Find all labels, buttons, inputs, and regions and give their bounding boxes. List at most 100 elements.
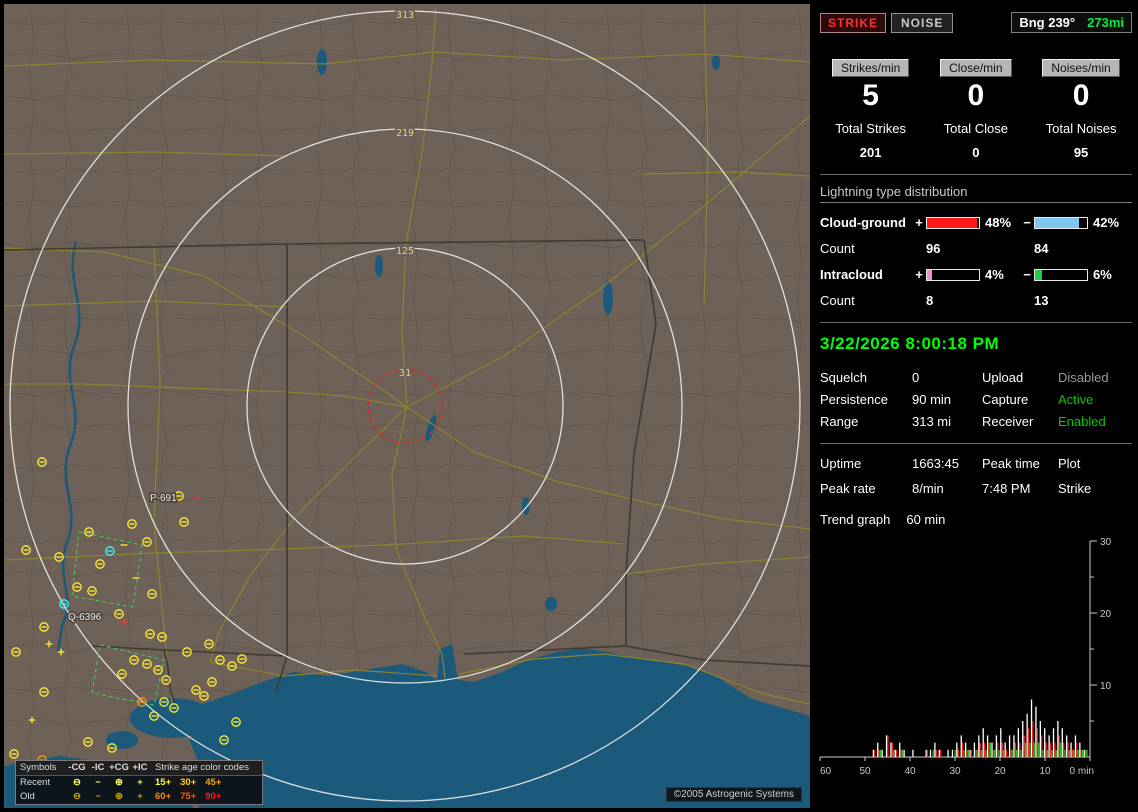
- svg-text:20: 20: [1100, 609, 1112, 620]
- copyright-text: ©2005 Astrogenic Systems: [665, 787, 802, 802]
- bearing-label: Bng 239°: [1019, 15, 1076, 30]
- pos-cg-recent-icon: ⊕: [115, 777, 123, 788]
- bearing-distance: 273mi: [1087, 15, 1124, 30]
- ic-negative-bar-fill: [1035, 269, 1042, 280]
- legend-header-row: Symbols -CG -IC +CG +IC Strike age color…: [16, 761, 262, 776]
- legend-col-pos-cg: +CG: [109, 762, 129, 773]
- strike-indicator-button[interactable]: STRIKE: [820, 12, 887, 33]
- cg-positive-bar: [926, 216, 980, 229]
- storm-cell-label: P-691: [150, 493, 177, 504]
- peak-rate-value: 8/min: [912, 481, 944, 496]
- intracloud-label: Intracloud: [820, 267, 883, 282]
- total-close-value: 0: [972, 145, 980, 160]
- persistence-label: Persistence: [820, 392, 888, 407]
- ic-negative-pct: 6%: [1093, 267, 1112, 282]
- strikes-per-min-button[interactable]: Strikes/min: [831, 59, 910, 77]
- cloud-ground-label: Cloud-ground: [820, 215, 906, 230]
- age-15-label: 15+: [155, 777, 172, 788]
- legend-col-pos-ic: +IC: [132, 762, 148, 773]
- peak-rate-label: Peak rate: [820, 481, 876, 496]
- legend-old-label: Old: [20, 791, 35, 802]
- cg-negative-bar: [1034, 216, 1088, 229]
- neg-ic-old-icon: −: [95, 791, 101, 802]
- svg-text:40: 40: [904, 766, 916, 777]
- receiver-label: Receiver: [982, 414, 1034, 429]
- status-panel: STRIKE NOISE Bng 239° 273mi Strikes/min …: [818, 4, 1134, 808]
- lightning-map[interactable]: 313 219 125 31 P-691 Q-6396: [4, 4, 810, 808]
- squelch-value: 0: [912, 370, 920, 385]
- cg-negative-pct: 42%: [1093, 215, 1120, 230]
- neg-cg-old-icon: ⊖: [73, 791, 81, 802]
- total-noises-label: Total Noises: [1045, 121, 1117, 136]
- cg-positive-count: 96: [926, 241, 941, 256]
- legend-symbols-header: Symbols: [20, 762, 57, 773]
- peak-time-value: 7:48 PM: [982, 481, 1031, 496]
- age-75-label: 75+: [180, 791, 197, 802]
- map-area: 313 219 125 31 P-691 Q-6396 Symbols -CG -IC +…: [4, 4, 810, 808]
- capture-label: Capture: [982, 392, 1029, 407]
- app-window: 313 219 125 31 P-691 Q-6396 Symbols -CG -IC +…: [0, 0, 1138, 812]
- range-ring-label: 125: [396, 246, 414, 257]
- legend-old-row: Old ⊖ − ⊕ + 60+ 75+ 90+: [16, 790, 262, 804]
- total-strikes: Total Strikes 201: [818, 121, 923, 160]
- cg-count-label: Count: [820, 241, 855, 256]
- pos-cg-old-icon: ⊕: [115, 791, 123, 802]
- svg-text:60: 60: [820, 766, 832, 777]
- legend-recent-label: Recent: [20, 777, 51, 788]
- noise-indicator-button[interactable]: NOISE: [891, 12, 954, 33]
- uptime-label: Uptime: [820, 456, 862, 471]
- trend-header: Trend graph 60 min: [820, 512, 1132, 527]
- plot-label: Plot: [1058, 456, 1081, 471]
- indicator-row: STRIKE NOISE Bng 239° 273mi: [820, 12, 1132, 33]
- ic-negative-bar: [1034, 268, 1088, 281]
- svg-text:30: 30: [1100, 537, 1112, 548]
- separator: [820, 174, 1132, 175]
- legend-recent-row: Recent ⊖ − ⊕ + 15+ 30+ 45+: [16, 776, 262, 790]
- svg-text:10: 10: [1100, 681, 1112, 692]
- trend-graph-chart: 10 20 30 60 50 40 30 20 10 0 min: [819, 537, 1112, 777]
- age-60-label: 60+: [155, 791, 172, 802]
- totals-row: Total Strikes 201 Total Close 0 Total No…: [818, 121, 1134, 160]
- persistence-value: 90 min: [912, 392, 952, 407]
- current-datetime: 3/22/2026 8:00:18 PM: [820, 334, 1000, 353]
- rates-row: Strikes/min 5 Close/min 0 Noises/min 0: [818, 59, 1134, 113]
- neg-cg-recent-icon: ⊖: [73, 777, 81, 788]
- range-ring-label: 31: [399, 368, 411, 379]
- receiver-status: Enabled: [1058, 414, 1106, 429]
- ic-positive-bar: [926, 268, 980, 281]
- total-noises-value: 95: [1073, 145, 1089, 160]
- close-per-min-button[interactable]: Close/min: [940, 59, 1012, 77]
- squelch-label: Squelch: [820, 370, 867, 385]
- plus-sign: +: [915, 215, 923, 230]
- capture-status: Active: [1058, 392, 1094, 407]
- pos-ic-old-icon: +: [137, 791, 143, 802]
- total-noises: Total Noises 95: [1028, 121, 1133, 160]
- range-value: 313 mi: [912, 414, 952, 429]
- cg-positive-bar-fill: [927, 217, 977, 228]
- svg-text:0 min: 0 min: [1070, 766, 1094, 777]
- ic-positive-bar-fill: [927, 269, 932, 280]
- upload-label: Upload: [982, 370, 1024, 385]
- separator: [820, 322, 1132, 323]
- total-strikes-value: 201: [859, 145, 882, 160]
- noises-per-min-value: 0: [1072, 79, 1090, 112]
- trend-window-value: 60 min: [906, 512, 946, 527]
- strikes-per-min-column: Strikes/min 5: [818, 59, 923, 113]
- legend-col-neg-cg: -CG: [68, 762, 86, 773]
- settings-grid: Squelch 0 Upload Disabled Persistence 90…: [820, 370, 1132, 429]
- cg-negative-bar-fill: [1035, 217, 1079, 228]
- plot-value: Strike: [1058, 481, 1092, 496]
- range-ring-label: 219: [396, 128, 414, 139]
- bearing-display: Bng 239° 273mi: [1011, 12, 1132, 33]
- plus-sign: +: [915, 267, 923, 282]
- total-close-label: Total Close: [943, 121, 1008, 136]
- noises-per-min-button[interactable]: Noises/min: [1042, 59, 1120, 77]
- strike-legend: Symbols -CG -IC +CG +IC Strike age color…: [15, 760, 263, 805]
- age-45-label: 45+: [205, 777, 222, 788]
- close-per-min-column: Close/min 0: [923, 59, 1028, 113]
- upload-status: Disabled: [1058, 370, 1109, 385]
- svg-text:10: 10: [1039, 766, 1051, 777]
- distribution-title: Lightning type distribution: [820, 184, 1132, 203]
- cg-positive-pct: 48%: [985, 215, 1012, 230]
- ic-positive-pct: 4%: [985, 267, 1004, 282]
